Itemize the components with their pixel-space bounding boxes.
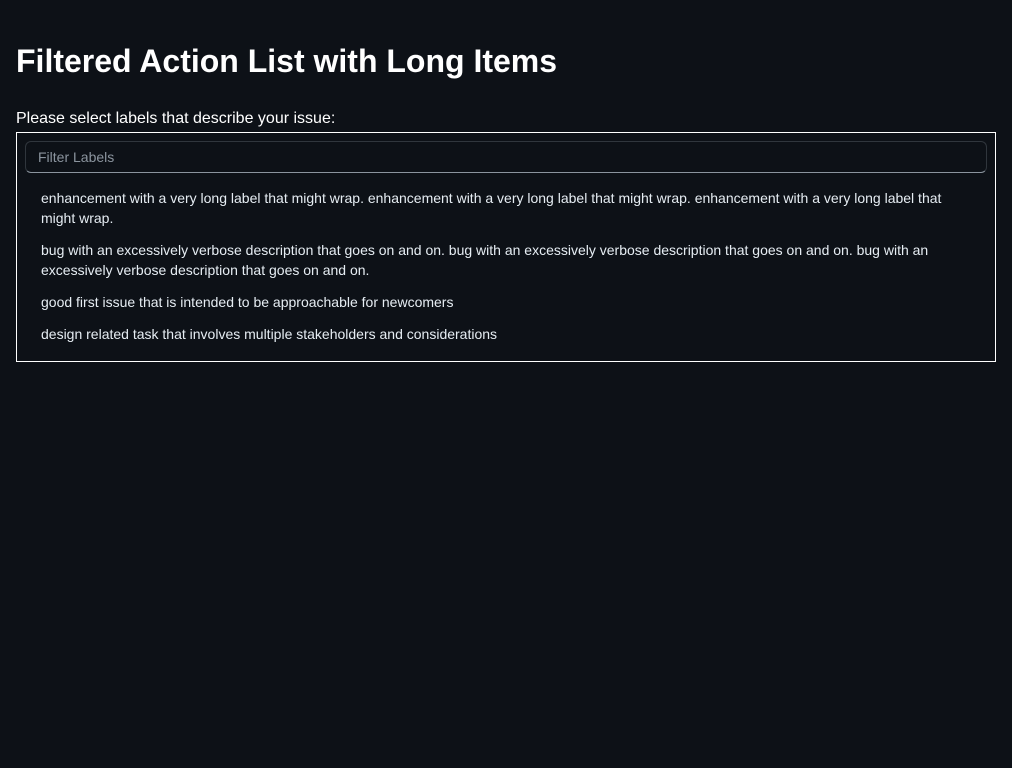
- page: Filtered Action List with Long Items Ple…: [0, 0, 1012, 768]
- list-item-bug[interactable]: bug with an excessively verbose descript…: [25, 238, 987, 282]
- page-title: Filtered Action List with Long Items: [16, 43, 558, 79]
- filter-labels-input[interactable]: [25, 141, 987, 173]
- list-item-design[interactable]: design related task that involves multip…: [25, 322, 987, 346]
- list-item-good-first-issue[interactable]: good first issue that is intended to be …: [25, 290, 987, 314]
- action-list: enhancement with a very long label that …: [25, 186, 987, 346]
- select-prompt: Please select labels that describe your …: [16, 110, 336, 127]
- list-item-enhancement[interactable]: enhancement with a very long label that …: [25, 186, 987, 230]
- action-list-panel: enhancement with a very long label that …: [16, 132, 996, 362]
